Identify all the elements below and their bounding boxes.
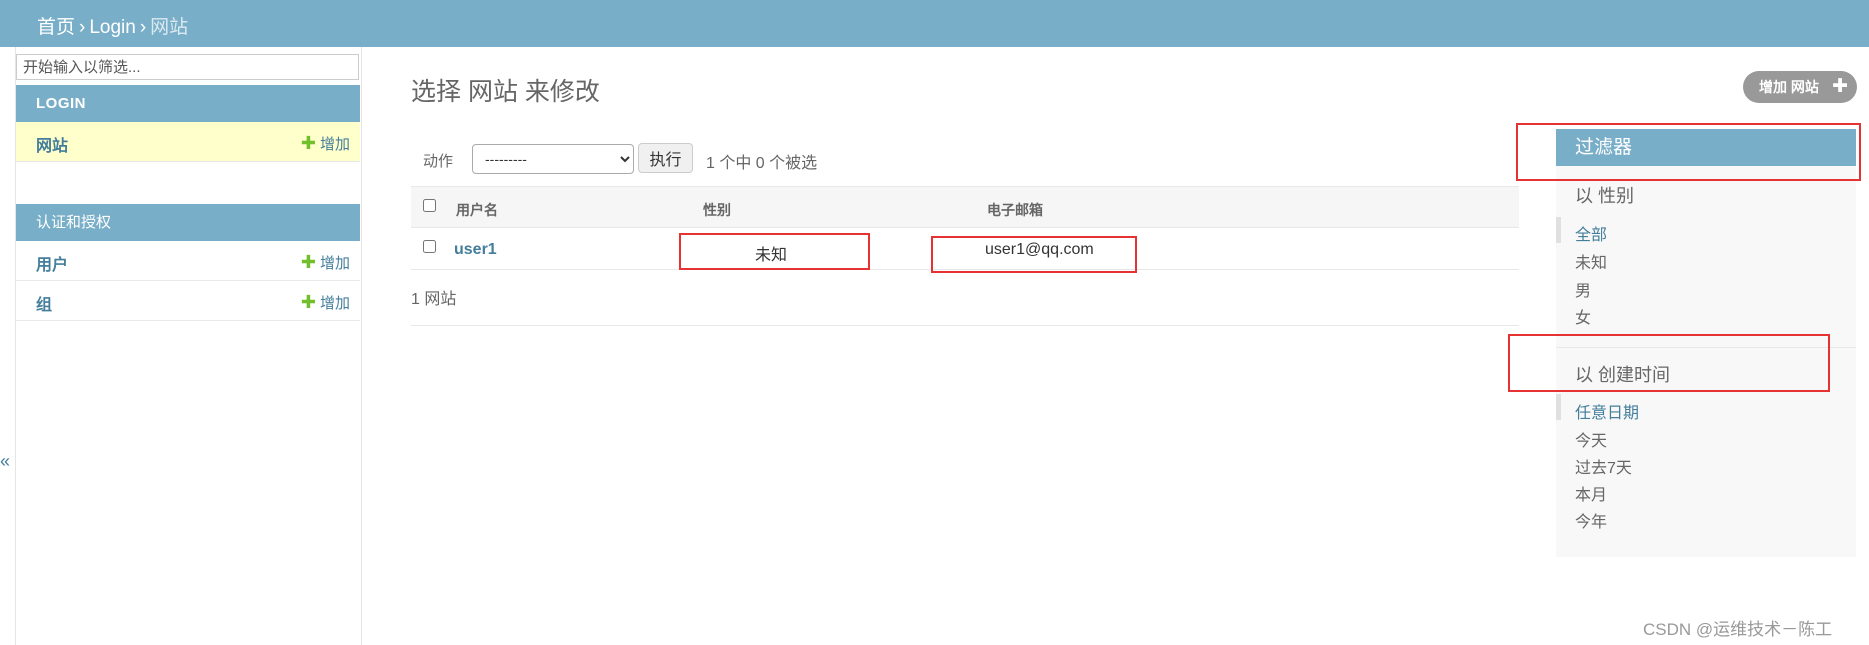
cell-username[interactable]: user1 bbox=[454, 241, 497, 259]
sidebar-item-users: 用户 ✚ 增加 bbox=[16, 241, 360, 281]
filter-option-date-year[interactable]: 今年 bbox=[1575, 508, 1607, 532]
execute-button[interactable]: 执行 bbox=[638, 143, 693, 173]
filter-option-gender-all[interactable]: 全部 bbox=[1575, 221, 1607, 245]
action-select[interactable]: --------- bbox=[472, 144, 634, 174]
filter-option-gender-male[interactable]: 男 bbox=[1575, 277, 1591, 301]
add-website-button[interactable]: 增加 网站 ✚ bbox=[1743, 71, 1857, 103]
selection-counter: 1 个中 0 个被选 bbox=[706, 155, 818, 172]
selected-indicator bbox=[1556, 394, 1561, 420]
row-checkbox[interactable] bbox=[423, 240, 436, 253]
sidebar-item-website-link[interactable]: 网站 bbox=[36, 132, 68, 156]
add-label: 增加 bbox=[319, 255, 350, 272]
paginator: 1 网站 bbox=[411, 291, 457, 308]
actions-label: 动作 bbox=[423, 153, 454, 170]
breadcrumb-separator: › bbox=[139, 17, 147, 38]
watermark: CSDN @运维技术－陈工 bbox=[1643, 620, 1833, 639]
sidebar-item-groups: 组 ✚ 增加 bbox=[16, 281, 360, 321]
sidebar-filter-input[interactable] bbox=[16, 54, 359, 80]
annotation-box-gender bbox=[679, 233, 870, 270]
sidebar-item-website-add[interactable]: ✚ 增加 bbox=[301, 133, 350, 154]
sidebar-item-users-add[interactable]: ✚ 增加 bbox=[301, 252, 350, 273]
table-header: 用户名 性别 电子邮箱 bbox=[411, 186, 1519, 228]
breadcrumb-current: 网站 bbox=[150, 17, 189, 38]
select-all-checkbox[interactable] bbox=[423, 199, 436, 212]
module-login-header[interactable]: LOGIN bbox=[16, 85, 360, 122]
column-header-username[interactable]: 用户名 bbox=[456, 200, 498, 220]
sidebar-collapse-toggle[interactable]: « bbox=[0, 451, 10, 472]
page-title: 选择 网站 来修改 bbox=[411, 78, 600, 106]
filter-option-date-today[interactable]: 今天 bbox=[1575, 427, 1607, 451]
add-label: 增加 bbox=[319, 136, 350, 153]
actions-bar: 动作 --------- 执行 1 个中 0 个被选 bbox=[411, 139, 1519, 177]
sidebar-item-groups-link[interactable]: 组 bbox=[36, 291, 52, 315]
filter-option-gender-female[interactable]: 女 bbox=[1575, 304, 1591, 328]
breadcrumb-app[interactable]: Login bbox=[89, 17, 136, 38]
plus-icon: ✚ bbox=[300, 252, 316, 272]
sidebar-item-website: 网站 ✚ 增加 bbox=[16, 122, 360, 162]
selected-indicator bbox=[1556, 217, 1561, 243]
column-header-email[interactable]: 电子邮箱 bbox=[987, 200, 1043, 220]
annotation-box-email bbox=[931, 236, 1137, 273]
filter-option-date-month[interactable]: 本月 bbox=[1575, 481, 1607, 505]
header-bar: 首页 › Login › 网站 bbox=[0, 0, 1869, 47]
breadcrumb-separator: › bbox=[79, 17, 86, 38]
filter-option-gender-unknown[interactable]: 未知 bbox=[1575, 249, 1607, 273]
annotation-box-date-filter bbox=[1508, 334, 1830, 392]
module-auth-header[interactable]: 认证和授权 bbox=[16, 204, 360, 241]
annotation-box-filter-title bbox=[1516, 123, 1861, 181]
filter-option-date-any[interactable]: 任意日期 bbox=[1575, 399, 1639, 423]
sidebar: LOGIN 网站 ✚增加 认证和授权 用户 ✚增加 组 ✚增加 bbox=[15, 47, 362, 645]
sidebar-item-users-link[interactable]: 用户 bbox=[36, 251, 68, 275]
add-website-label: 增加 网站 bbox=[1759, 79, 1819, 95]
plus-icon: ✚ bbox=[300, 133, 316, 153]
add-label: 增加 bbox=[319, 295, 350, 312]
plus-icon: ✚ bbox=[1832, 76, 1848, 97]
breadcrumb-home[interactable]: 首页 bbox=[37, 17, 75, 38]
column-header-gender[interactable]: 性别 bbox=[703, 200, 731, 220]
filter-option-date-7days[interactable]: 过去7天 bbox=[1575, 454, 1632, 478]
plus-icon: ✚ bbox=[300, 292, 316, 312]
divider bbox=[411, 325, 1519, 326]
breadcrumb: 首页 › Login › 网站 bbox=[37, 12, 188, 39]
filter-group-gender-title: 以 性别 bbox=[1575, 186, 1635, 206]
sidebar-item-groups-add[interactable]: ✚ 增加 bbox=[301, 292, 350, 313]
